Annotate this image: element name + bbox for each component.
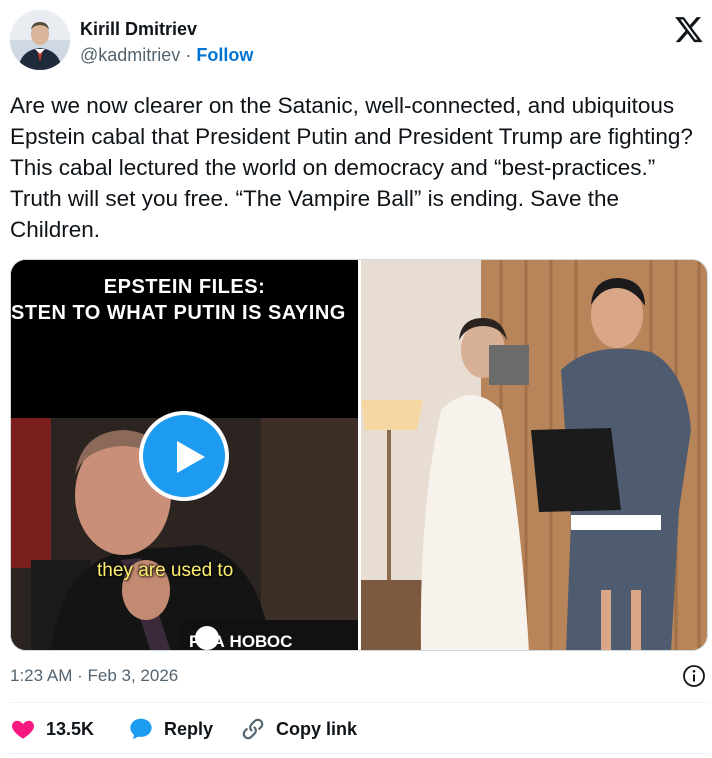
divider <box>10 702 708 703</box>
heart-icon <box>12 720 34 739</box>
play-button[interactable] <box>139 411 229 501</box>
action-bar: 13.5K Reply Copy link <box>10 713 708 745</box>
tweet-media[interactable]: EPSTEIN FILES: ISTEN TO WHAT PUTIN IS SA… <box>10 259 708 651</box>
tweet-text: Are we now clearer on the Satanic, well-… <box>10 93 706 242</box>
like-button[interactable]: 13.5K <box>10 713 94 745</box>
video-watermark: РИА НОВОС <box>189 632 293 651</box>
x-logo-icon[interactable] <box>674 14 704 44</box>
video-caption: EPSTEIN FILES: ISTEN TO WHAT PUTIN IS SA… <box>11 260 358 418</box>
video-subtitle: they are used to <box>97 560 234 581</box>
speech-bubble-icon <box>130 718 152 740</box>
tweet-timestamp[interactable]: 1:23 AM · Feb 3, 2026 <box>10 666 178 686</box>
meta-separator: · <box>77 666 83 685</box>
photo-thumbnail[interactable] <box>361 260 707 650</box>
play-icon <box>177 441 205 473</box>
reply-label: Reply <box>164 718 214 739</box>
avatar[interactable] <box>10 10 70 70</box>
info-icon[interactable] <box>682 664 706 688</box>
bottom-divider <box>10 753 708 754</box>
video-caption-line2: ISTEN TO WHAT PUTIN IS SAYING <box>11 302 346 324</box>
follow-button[interactable]: Follow <box>196 45 253 65</box>
tweet-header: Kirill Dmitriev @kadmitriev · Follow <box>10 10 710 72</box>
author-name[interactable]: Kirill Dmitriev <box>80 19 197 40</box>
like-count: 13.5K <box>46 718 95 739</box>
reply-button[interactable]: Reply <box>128 713 213 745</box>
handle-separator: · <box>185 45 192 65</box>
video-caption-line1: EPSTEIN FILES: <box>103 276 266 298</box>
video-thumbnail[interactable]: EPSTEIN FILES: ISTEN TO WHAT PUTIN IS SA… <box>11 260 358 651</box>
tweet-time: 1:23 AM <box>10 666 73 685</box>
copy-link-button[interactable]: Copy link <box>240 713 357 745</box>
author-handle[interactable]: @kadmitriev <box>80 45 180 65</box>
copy-link-label: Copy link <box>276 718 358 739</box>
link-icon <box>242 718 264 740</box>
tweet-date: Feb 3, 2026 <box>87 666 179 685</box>
author-handle-row: @kadmitriev · Follow <box>80 45 253 66</box>
